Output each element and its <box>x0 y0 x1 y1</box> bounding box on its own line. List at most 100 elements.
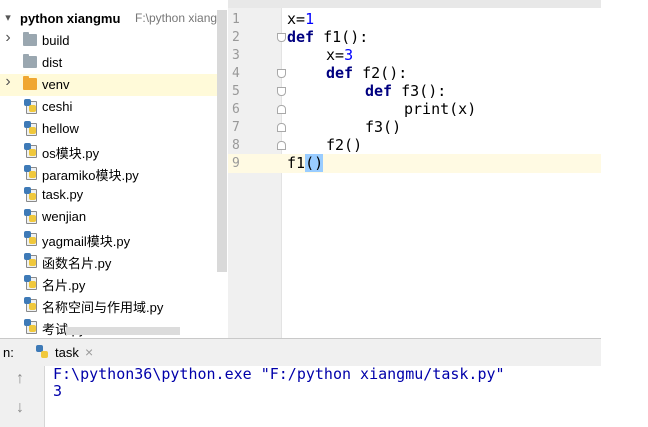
code-line: x=3 <box>326 46 353 64</box>
project-item-label: dist <box>42 55 63 70</box>
python-file-icon <box>24 209 37 224</box>
fold-open-icon[interactable] <box>277 69 286 78</box>
project-item-label: venv <box>42 77 70 92</box>
bracket-highlight: () <box>305 154 324 172</box>
run-label: n: <box>3 345 14 360</box>
project-item-label: os模块.py <box>42 146 100 161</box>
project-item-label: hellow <box>42 121 79 136</box>
run-toolbar: ↑ ↓ <box>0 366 45 427</box>
current-line-highlight <box>228 154 601 173</box>
up-arrow-icon[interactable]: ↑ <box>16 370 24 388</box>
code-number: 3 <box>344 46 354 64</box>
line-number: 7 <box>232 120 240 135</box>
editor-margin <box>601 0 648 338</box>
code-text: f3() <box>365 118 402 136</box>
python-file-icon <box>24 275 37 290</box>
python-file-icon <box>36 345 49 360</box>
code-line: f3() <box>365 118 401 136</box>
code-line: f1() <box>287 154 324 172</box>
project-root-name: python xiangmu <box>20 11 121 26</box>
project-item-label: build <box>42 33 70 48</box>
project-item-label: paramiko模块.py <box>42 168 139 183</box>
line-number: 9 <box>232 156 240 171</box>
fold-open-icon[interactable] <box>277 87 286 96</box>
fold-end-icon[interactable] <box>277 105 286 114</box>
code-text: f2(): <box>353 64 408 82</box>
chevron-right-icon[interactable]: › <box>3 29 13 47</box>
code-line: def f1(): <box>287 28 368 46</box>
code-line: def f3(): <box>365 82 446 100</box>
project-item-label: 名片.py <box>42 278 86 293</box>
line-number: 6 <box>232 102 240 117</box>
project-item[interactable]: dist <box>0 52 226 74</box>
project-root-path: F:\python xiang <box>135 11 218 25</box>
project-item[interactable]: yagmail模块.py <box>0 228 226 250</box>
project-item[interactable]: os模块.py <box>0 140 226 162</box>
code-number: 1 <box>305 10 315 28</box>
code-keyword: def <box>326 64 354 82</box>
project-item[interactable]: › build <box>0 29 226 52</box>
fold-open-icon[interactable] <box>277 33 286 42</box>
line-number: 8 <box>232 138 240 153</box>
project-item[interactable]: task.py <box>0 184 226 206</box>
project-item-label: ceshi <box>42 99 73 114</box>
project-item[interactable]: wenjian <box>0 206 226 228</box>
project-item[interactable]: hellow <box>0 118 226 140</box>
code-text: f2() <box>326 136 363 154</box>
line-number: 2 <box>232 30 240 45</box>
project-hscrollbar[interactable] <box>66 327 180 335</box>
code-keyword: def <box>365 82 393 100</box>
console-command: F:\python36\python.exe "F:/python xiangm… <box>53 365 505 383</box>
code-text: f1(): <box>314 28 369 46</box>
project-item-label: 函数名片.py <box>42 256 112 271</box>
project-item[interactable]: › venv <box>0 73 226 96</box>
python-file-icon <box>24 231 37 246</box>
project-item[interactable]: ceshi <box>0 96 226 118</box>
fold-end-icon[interactable] <box>277 141 286 150</box>
project-item-label: task.py <box>42 187 84 202</box>
code-line: x=1 <box>287 10 314 28</box>
line-number: 3 <box>232 48 240 63</box>
python-file-icon <box>24 99 37 114</box>
code-keyword: def <box>287 28 315 46</box>
chevron-right-icon[interactable]: › <box>3 73 13 91</box>
line-number: 1 <box>232 12 240 27</box>
project-item-label: wenjian <box>42 209 87 224</box>
python-file-icon <box>24 319 37 334</box>
python-file-icon <box>24 187 37 202</box>
project-item-label: 名称空间与作用域.py <box>42 300 164 315</box>
python-file-icon <box>24 253 37 268</box>
folder-icon <box>23 54 37 68</box>
down-arrow-icon[interactable]: ↓ <box>16 399 24 417</box>
project-item[interactable]: 名称空间与作用域.py <box>0 294 226 316</box>
code-text: f3(): <box>392 82 447 100</box>
console-output: 3 <box>53 382 63 400</box>
project-item[interactable]: paramiko模块.py <box>0 162 226 184</box>
chevron-down-icon[interactable]: ▾ <box>3 11 13 24</box>
run-tool-window-header: n: task × <box>0 338 601 367</box>
python-file-icon <box>24 143 37 158</box>
project-item-label: yagmail模块.py <box>42 234 131 249</box>
python-file-icon <box>24 121 37 136</box>
line-number: 5 <box>232 84 240 99</box>
folder-icon <box>23 76 37 90</box>
code-text: x= <box>326 46 345 64</box>
run-console[interactable]: F:\python36\python.exe "F:/python xiangm… <box>45 365 601 427</box>
code-line: def f2(): <box>326 64 407 82</box>
python-file-icon <box>24 297 37 312</box>
project-item[interactable]: 名片.py <box>0 272 226 294</box>
fold-end-icon[interactable] <box>277 123 286 132</box>
code-line: f2() <box>326 136 362 154</box>
close-icon[interactable]: × <box>85 344 93 360</box>
run-tab-task[interactable]: task <box>55 345 79 360</box>
folder-icon <box>23 32 37 46</box>
code-text: f1 <box>287 154 306 172</box>
project-root[interactable]: ▾ python xiangmu F:\python xiang <box>0 8 226 30</box>
code-text: print(x) <box>404 100 477 118</box>
project-scrollbar[interactable] <box>217 10 227 272</box>
code-text: x= <box>287 10 306 28</box>
project-panel: ▾ python xiangmu F:\python xiang › build d… <box>0 0 228 338</box>
line-number: 4 <box>232 66 240 81</box>
project-item[interactable]: 函数名片.py <box>0 250 226 272</box>
python-file-icon <box>24 165 37 180</box>
